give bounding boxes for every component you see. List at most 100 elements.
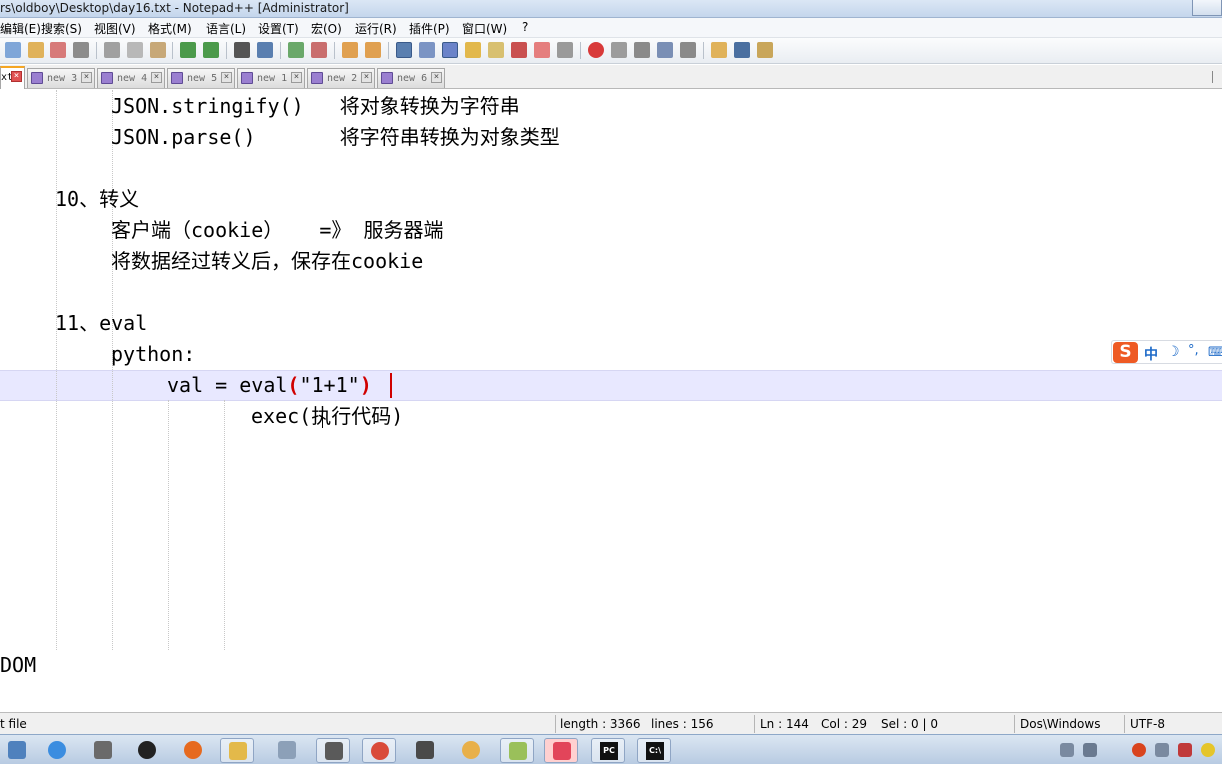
- status-bar: t file length : 3366 lines : 156 Ln : 14…: [0, 712, 1222, 734]
- tray-network-icon[interactable]: [1060, 743, 1074, 757]
- window-close-button[interactable]: [1192, 0, 1222, 16]
- ie-icon[interactable]: [40, 738, 74, 763]
- paint-icon[interactable]: [454, 738, 488, 763]
- network-icon[interactable]: [86, 738, 120, 763]
- menu-settings[interactable]: 设置(T): [258, 20, 299, 37]
- tab-new-1[interactable]: new 1 ×: [237, 68, 305, 88]
- tray-add-icon[interactable]: [1201, 743, 1215, 757]
- sync-h-icon[interactable]: [365, 42, 381, 58]
- code-line: python:: [111, 342, 196, 366]
- show-all-chars-icon[interactable]: [419, 42, 435, 58]
- tab-new-4[interactable]: new 4 ×: [97, 68, 165, 88]
- find-icon[interactable]: [234, 42, 250, 58]
- tab-day16[interactable]: xt ×: [0, 66, 25, 89]
- indent-guide-icon[interactable]: [442, 42, 458, 58]
- tab-label: new 2: [327, 73, 358, 84]
- doc-map-icon[interactable]: [488, 42, 504, 58]
- menu-edit[interactable]: 编辑(E): [0, 20, 41, 37]
- tab-new-2[interactable]: new 2 ×: [307, 68, 375, 88]
- save-icon: [311, 72, 323, 84]
- replace-icon[interactable]: [257, 42, 273, 58]
- text-editor[interactable]: JSON.stringify() 将对象转换为字符串 JSON.parse() …: [0, 90, 1222, 710]
- undo-icon[interactable]: [180, 42, 196, 58]
- record-macro-icon[interactable]: [588, 42, 604, 58]
- code-line: 11、eval: [55, 311, 148, 335]
- print-icon[interactable]: [73, 42, 89, 58]
- folder-workspace-icon[interactable]: [534, 42, 550, 58]
- tray-volume-icon[interactable]: [1155, 743, 1169, 757]
- notepadpp-icon[interactable]: [500, 738, 534, 763]
- menu-run[interactable]: 运行(R): [355, 20, 397, 37]
- pocket-icon[interactable]: [544, 738, 578, 763]
- stop-macro-icon[interactable]: [611, 42, 627, 58]
- monitor-icon[interactable]: [557, 42, 573, 58]
- tab-close-button[interactable]: ×: [221, 72, 232, 83]
- zoom-out-icon[interactable]: [311, 42, 327, 58]
- tab-new-5[interactable]: new 5 ×: [167, 68, 235, 88]
- word-wrap-icon[interactable]: [396, 42, 412, 58]
- ime-toolbar[interactable]: S 中 ☽ °, ⌨: [1111, 340, 1222, 364]
- tab-close-button[interactable]: ×: [361, 72, 372, 83]
- menu-language[interactable]: 语言(L): [206, 20, 246, 37]
- function-list-icon[interactable]: [511, 42, 527, 58]
- tab-label: new 4: [117, 73, 148, 84]
- save-macro-icon[interactable]: [680, 42, 696, 58]
- open-file-icon[interactable]: [28, 42, 44, 58]
- tab-label: new 3: [47, 73, 78, 84]
- menu-format[interactable]: 格式(M): [148, 20, 192, 37]
- tray-record-icon[interactable]: [1132, 743, 1146, 757]
- tray-display-icon[interactable]: [1083, 743, 1097, 757]
- sogou-logo-icon[interactable]: S: [1113, 342, 1138, 363]
- play-macro-icon[interactable]: [634, 42, 650, 58]
- zoom-in-icon[interactable]: [288, 42, 304, 58]
- explorer-icon[interactable]: [220, 738, 254, 763]
- tab-close-button[interactable]: ×: [151, 72, 162, 83]
- menu-view[interactable]: 视图(V): [94, 20, 136, 37]
- tab-new-6[interactable]: new 6 ×: [377, 68, 445, 88]
- sync-v-icon[interactable]: [342, 42, 358, 58]
- menu-search[interactable]: 搜索(S): [41, 20, 82, 37]
- news-icon[interactable]: [316, 738, 350, 763]
- ime-mode-chinese[interactable]: 中: [1144, 344, 1158, 364]
- chrome-icon[interactable]: [362, 738, 396, 763]
- user-lang-icon[interactable]: [465, 42, 481, 58]
- cut-icon[interactable]: [104, 42, 120, 58]
- half-width-icon[interactable]: ☽: [1167, 344, 1180, 360]
- start-icon[interactable]: [0, 738, 34, 763]
- eol-format[interactable]: Dos\Windows: [1020, 717, 1100, 731]
- window-title: rs\oldboy\Desktop\day16.txt - Notepad++ …: [0, 1, 349, 15]
- text-caret: [390, 373, 392, 398]
- soft-keyboard-icon[interactable]: ⌨: [1208, 345, 1222, 360]
- tab-scroll-arrows[interactable]: [1212, 71, 1220, 83]
- cmd-icon[interactable]: C:\: [637, 738, 671, 763]
- doc-length: length : 3366: [560, 717, 641, 731]
- search-app-icon[interactable]: [270, 738, 304, 763]
- save-icon[interactable]: [50, 42, 66, 58]
- tab-close-button[interactable]: ×: [11, 71, 22, 82]
- punctuation-icon[interactable]: °,: [1188, 343, 1199, 358]
- paste-icon[interactable]: [150, 42, 166, 58]
- menu-window[interactable]: 窗口(W): [462, 20, 507, 37]
- firefox-icon[interactable]: [176, 738, 210, 763]
- new-file-icon[interactable]: [5, 42, 21, 58]
- menu-plugins[interactable]: 插件(P): [409, 20, 450, 37]
- menu-macro[interactable]: 宏(O): [311, 20, 342, 37]
- tab-new-3[interactable]: new 3 ×: [27, 68, 95, 88]
- tray-flag-icon[interactable]: [1178, 743, 1192, 757]
- menu-help[interactable]: ?: [522, 20, 528, 34]
- run-macro-multiple-icon[interactable]: [657, 42, 673, 58]
- open-folder-icon[interactable]: [711, 42, 727, 58]
- code-text: val = eval: [167, 373, 288, 397]
- copy-icon[interactable]: [127, 42, 143, 58]
- encoding[interactable]: UTF-8: [1130, 717, 1165, 731]
- plugin-icon[interactable]: [757, 42, 773, 58]
- qq-icon[interactable]: [130, 738, 164, 763]
- tab-close-button[interactable]: ×: [81, 72, 92, 83]
- pycharm-icon[interactable]: PC: [591, 738, 625, 763]
- code-line: JSON.parse() 将字符串转换为对象类型: [111, 125, 560, 149]
- tool-icon[interactable]: [408, 738, 442, 763]
- tab-close-button[interactable]: ×: [291, 72, 302, 83]
- tab-close-button[interactable]: ×: [431, 72, 442, 83]
- redo-icon[interactable]: [203, 42, 219, 58]
- console-icon[interactable]: [734, 42, 750, 58]
